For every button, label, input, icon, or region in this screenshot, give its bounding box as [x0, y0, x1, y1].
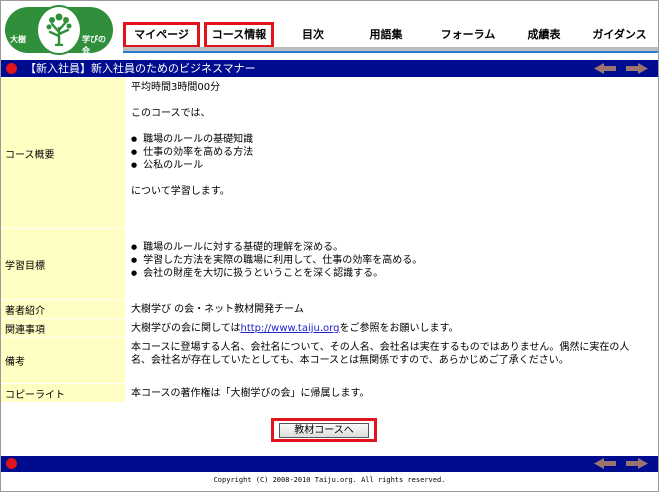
logo-right-text: 学びの会 — [82, 35, 106, 55]
nav-forum[interactable]: フォーラム — [427, 22, 509, 48]
tree-icon — [36, 5, 82, 55]
label-related: 関連事項 — [1, 319, 125, 337]
footer-bar — [1, 456, 658, 472]
copyright-text: Copyright (C) 2008-2010 Taiju.org. All r… — [213, 476, 446, 484]
row-author: 著者紹介 大樹学び の会・ネット教材開発チーム — [1, 300, 658, 319]
label-overview: コース概要 — [1, 78, 125, 228]
footer-page-arrows — [592, 457, 652, 470]
go-to-course-button[interactable]: 教材コースへ — [279, 423, 369, 438]
title-bar: 【新入社員】新入社員のためのビジネスマナー — [1, 60, 658, 77]
label-goals: 学習目標 — [1, 229, 125, 299]
nav-grades[interactable]: 成績表 — [515, 22, 573, 48]
value-copyright: 本コースの著作権は「大樹学びの会」に帰属します。 — [125, 384, 658, 402]
list-item: 仕事の効率を高める方法 — [131, 146, 658, 159]
list-item: 公私のルール — [131, 159, 658, 172]
nav-guidance[interactable]: ガイダンス — [581, 22, 658, 48]
label-author: 著者紹介 — [1, 300, 125, 318]
related-suffix: をご参照をお願いします。 — [339, 323, 459, 334]
value-related: 大樹学びの会に関してはhttp://www.taiju.orgをご参照をお願いし… — [125, 319, 658, 337]
page-title: 【新入社員】新入社員のためのビジネスマナー — [25, 62, 256, 75]
next-page-icon[interactable] — [624, 457, 650, 470]
list-item: 職場のルールの基礎知識 — [131, 133, 658, 146]
row-overview: コース概要 平均時間3時間00分 このコースでは、 職場のルールの基礎知識 仕事… — [1, 78, 658, 229]
logo-left-text: 大樹 — [10, 35, 26, 44]
value-author: 大樹学び の会・ネット教材開発チーム — [125, 300, 658, 318]
list-item: 職場のルールに対する基礎的理解を深める。 — [131, 241, 658, 254]
page-arrows — [592, 62, 652, 75]
row-related: 関連事項 大樹学びの会に関してはhttp://www.taiju.orgをご参照… — [1, 319, 658, 338]
row-goals: 学習目標 職場のルールに対する基礎的理解を深める。 学習した方法を実際の職場に利… — [1, 229, 658, 300]
value-goals: 職場のルールに対する基礎的理解を深める。 学習した方法を実際の職場に利用して、仕… — [125, 229, 658, 299]
label-notes: 備考 — [1, 338, 125, 383]
prev-page-icon[interactable] — [592, 62, 618, 75]
course-button-highlight: 教材コースへ — [271, 418, 377, 442]
next-page-icon[interactable] — [624, 62, 650, 75]
nav-contents[interactable]: 目次 — [283, 22, 343, 48]
row-notes: 備考 本コースに登場する人名、会社名について、その人名、会社名は実在するものでは… — [1, 338, 658, 384]
nav-mypage[interactable]: マイページ — [123, 22, 200, 48]
list-item: 会社の財産を大切に扱うということを深く認識する。 — [131, 267, 658, 280]
overview-time: 平均時間3時間00分 — [131, 82, 221, 93]
main-nav: マイページ コース情報 目次 用語集 フォーラム 成績表 ガイダンス — [123, 22, 658, 48]
overview-outro: について学習します。 — [131, 186, 230, 197]
nav-divider-accent — [123, 51, 658, 53]
goals-list: 職場のルールに対する基礎的理解を深める。 学習した方法を実際の職場に利用して、仕… — [131, 241, 658, 280]
overview-list: 職場のルールの基礎知識 仕事の効率を高める方法 公私のルール — [131, 133, 658, 172]
red-dot-icon — [6, 63, 17, 74]
red-dot-icon — [6, 458, 17, 469]
list-item: 学習した方法を実際の職場に利用して、仕事の効率を高める。 — [131, 254, 658, 267]
related-prefix: 大樹学びの会に関しては — [131, 323, 241, 334]
value-notes: 本コースに登場する人名、会社名について、その人名、会社名は実在するものではありま… — [125, 338, 658, 383]
value-overview: 平均時間3時間00分 このコースでは、 職場のルールの基礎知識 仕事の効率を高め… — [125, 78, 658, 228]
prev-page-icon[interactable] — [592, 457, 618, 470]
nav-glossary[interactable]: 用語集 — [351, 22, 421, 48]
overview-intro: このコースでは、 — [131, 108, 211, 119]
taiju-link[interactable]: http://www.taiju.org — [241, 323, 340, 334]
header: 大樹 学びの会 マイページ コース情報 目次 用語集 フォーラム 成績表 ガイダ… — [1, 1, 658, 59]
nav-course-info[interactable]: コース情報 — [204, 22, 274, 48]
row-copyright: コピーライト 本コースの著作権は「大樹学びの会」に帰属します。 — [1, 384, 658, 403]
logo[interactable]: 大樹 学びの会 — [5, 5, 113, 55]
label-copyright: コピーライト — [1, 384, 125, 402]
